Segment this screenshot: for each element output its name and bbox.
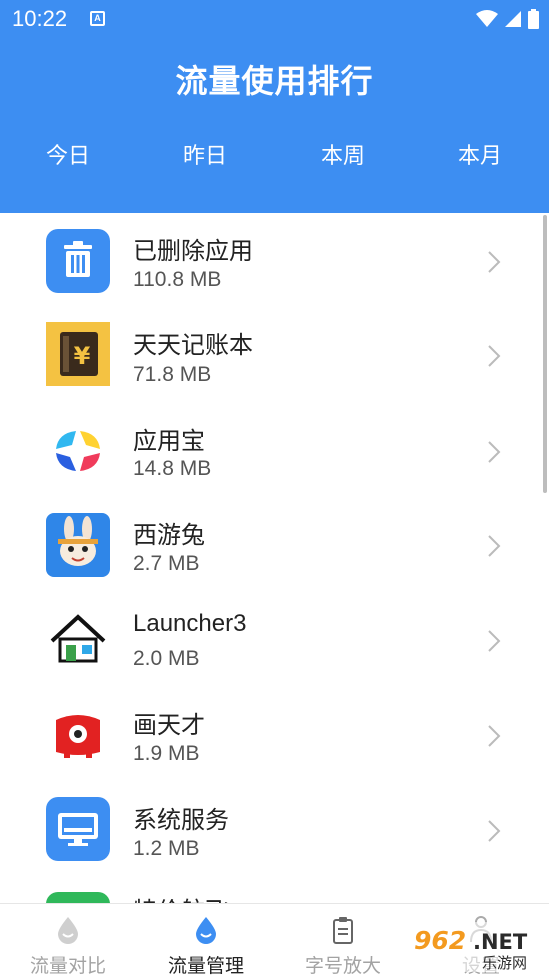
app-size: 71.8 MB (133, 363, 212, 386)
app-size: 1.2 MB (133, 837, 200, 860)
app-traffic-list[interactable]: 已删除应用 110.8 MB ¥ 天天记账本 71.8 MB 应用宝 14.8 … (0, 213, 549, 903)
drop-icon (58, 917, 78, 944)
chevron-right-icon (488, 251, 501, 273)
nav-traffic-compare[interactable]: 流量对比 (13, 904, 123, 977)
app-size: 2.0 MB (133, 647, 200, 670)
nav-traffic-manage[interactable]: 流量管理 (151, 904, 261, 977)
tab-this-week[interactable]: 本周 (293, 138, 393, 170)
red-monster-icon (46, 702, 110, 766)
chevron-right-icon (488, 630, 501, 652)
status-indicators (476, 9, 539, 29)
chevron-right-icon (488, 820, 501, 842)
list-item[interactable]: ¥ 天天记账本 71.8 MB (0, 308, 549, 403)
monitor-icon (46, 797, 110, 861)
header: 10:22 A 流量使用排行 今日 昨日 本周 本月 (0, 0, 549, 213)
status-bar: 10:22 A (0, 0, 549, 40)
tab-yesterday[interactable]: 昨日 (155, 138, 255, 170)
list-item[interactable]: Launcher3 2.0 MB (0, 593, 549, 688)
svg-text:乐游网: 乐游网 (482, 954, 527, 972)
list-item[interactable]: 已删除应用 110.8 MB (0, 213, 549, 308)
clipboard-icon (333, 917, 353, 944)
app-size: 2.7 MB (133, 552, 200, 575)
app-size: 110.8 MB (133, 268, 222, 291)
tab-this-month[interactable]: 本月 (430, 138, 530, 170)
app-name: 特价航飞 (133, 891, 229, 903)
scrollbar[interactable] (543, 215, 547, 493)
page-title: 流量使用排行 (175, 62, 374, 100)
svg-text:.NET: .NET (473, 930, 528, 954)
app-name: Launcher3 (133, 610, 247, 637)
app-name: 应用宝 (133, 427, 205, 455)
list-item[interactable]: 画天才 1.9 MB (0, 688, 549, 783)
chevron-right-icon (488, 725, 501, 747)
app-size: 14.8 MB (133, 457, 212, 480)
app-name: 系统服务 (133, 806, 229, 834)
notification-a-icon: A (90, 11, 105, 26)
app-name: 已删除应用 (133, 237, 253, 265)
nav-label: 字号放大 (304, 955, 381, 977)
nav-label: 流量对比 (29, 955, 106, 977)
svg-text:962: 962 (414, 926, 466, 955)
app-name: 画天才 (133, 711, 205, 739)
trash-icon (46, 229, 110, 293)
chevron-right-icon (488, 441, 501, 463)
app-size: 1.9 MB (133, 742, 200, 765)
drop-icon (196, 917, 216, 944)
green-app-icon (46, 892, 110, 903)
chevron-right-icon (488, 535, 501, 557)
signal-icon (505, 11, 521, 27)
list-item[interactable]: 应用宝 14.8 MB (0, 403, 549, 498)
status-time: 10:22 (12, 6, 68, 31)
list-item[interactable]: 特价航飞 (0, 878, 549, 903)
battery-icon (528, 9, 539, 29)
app-name: 西游兔 (133, 521, 205, 549)
svg-text:¥: ¥ (74, 342, 91, 370)
watermark-logo: 962 .NET 乐游网 (410, 922, 545, 972)
yuan-book-icon: ¥ (46, 322, 110, 386)
yingyongbao-icon (46, 419, 110, 483)
wifi-icon (476, 10, 498, 27)
nav-label: 流量管理 (167, 955, 244, 977)
rabbit-icon (46, 513, 110, 577)
app-name: 天天记账本 (133, 331, 253, 359)
list-item[interactable]: 西游兔 2.7 MB (0, 498, 549, 593)
tab-today[interactable]: 今日 (18, 138, 118, 170)
house-icon (46, 607, 110, 671)
chevron-right-icon (488, 345, 501, 367)
period-tabs: 今日 昨日 本周 本月 (0, 138, 549, 174)
nav-font-enlarge[interactable]: 字号放大 (288, 904, 398, 977)
list-item[interactable]: 系统服务 1.2 MB (0, 783, 549, 878)
